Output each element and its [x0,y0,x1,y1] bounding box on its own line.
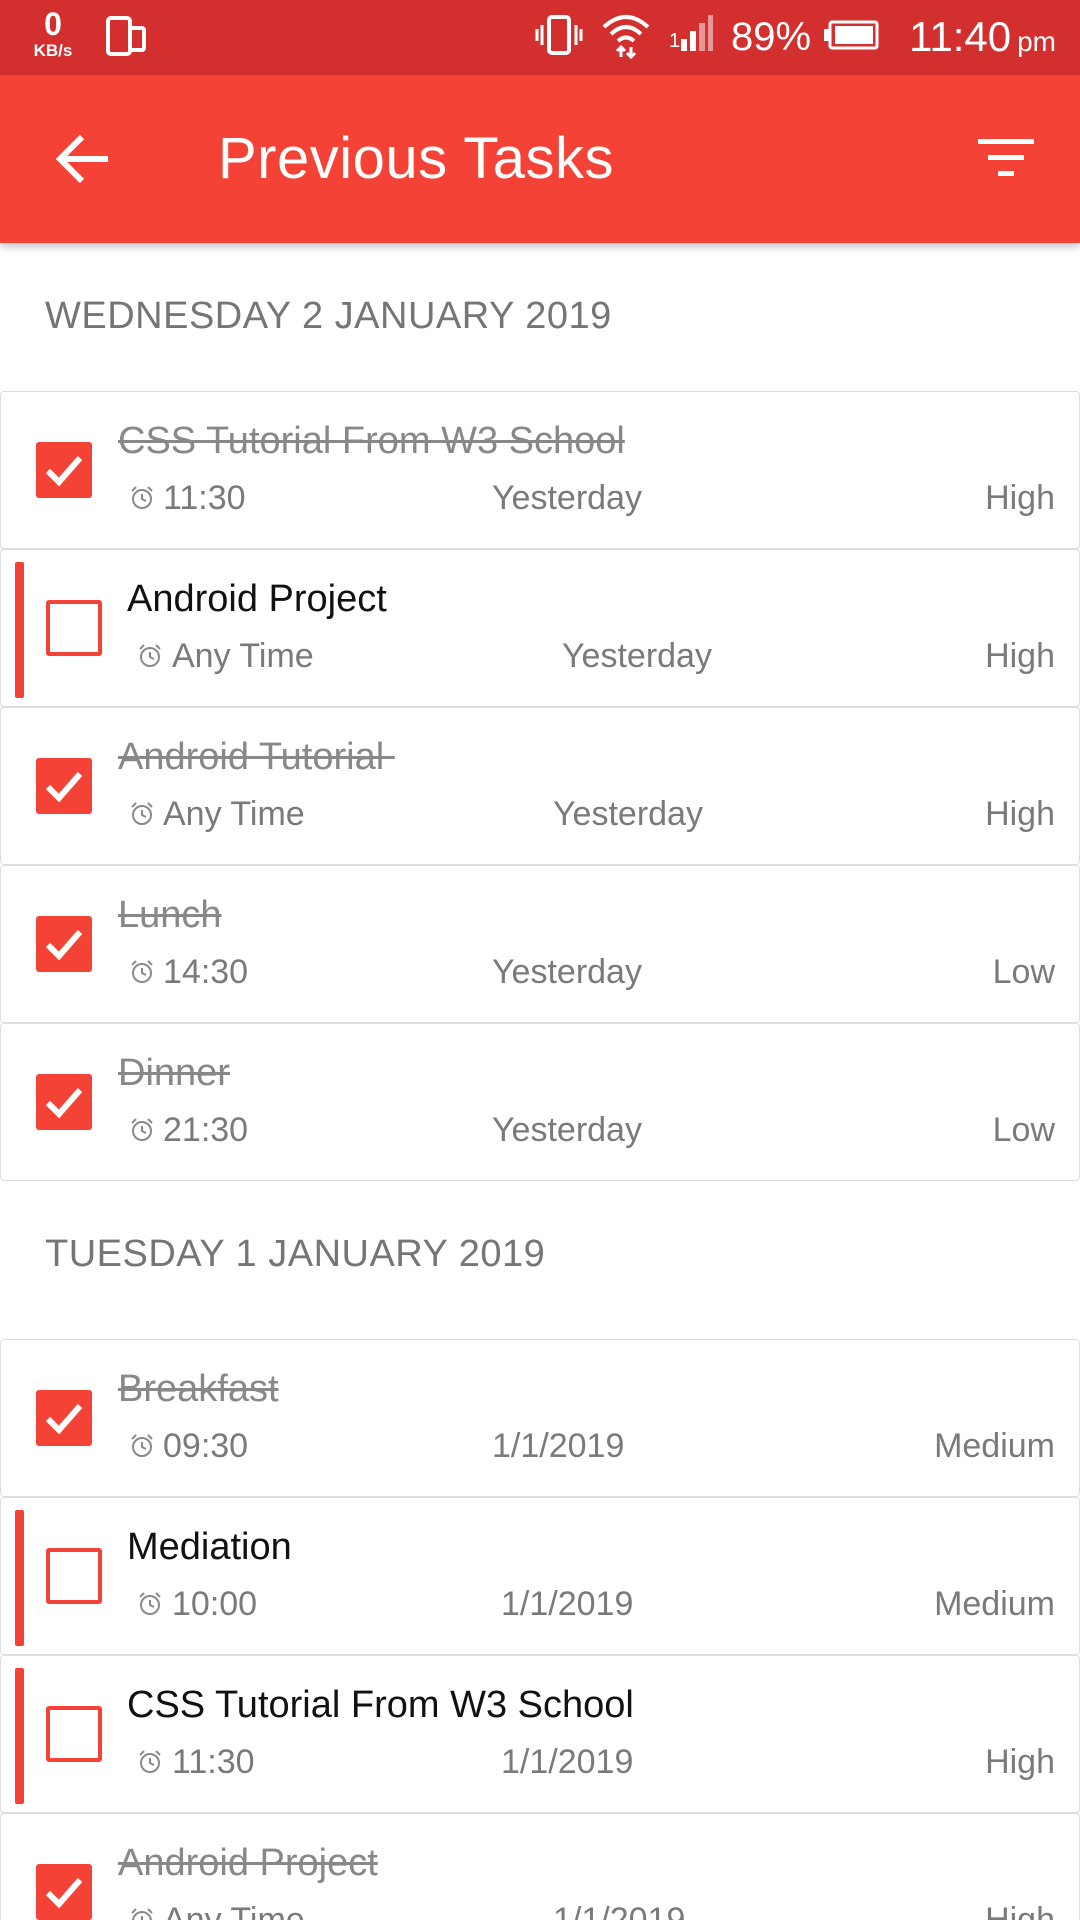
task-priority: High [985,1901,1055,1920]
task-title: Lunch [118,894,222,936]
alarm-clock-icon [131,960,153,983]
task-time: 10:00 [172,1585,258,1623]
alarm-clock-icon [131,802,153,825]
network-speed: 0 KB/s [26,8,80,59]
task-card[interactable]: Android Project Any Time Yesterday High [0,549,1080,707]
task-time: Any Time [163,1901,305,1920]
clock-ampm: pm [1017,26,1056,57]
task-date: Yesterday [492,479,642,517]
task-date: 1/1/2019 [553,1901,686,1920]
battery-percent: 89% [731,14,812,59]
section-header: WEDNESDAY 2 JANUARY 2019 [45,295,612,337]
task-card[interactable]: Android Project Any Time 1/1/2019 High [0,1813,1080,1920]
task-title: Dinner [118,1052,230,1094]
arrow-left-icon [55,134,108,184]
alarm-clock-icon [131,1118,153,1141]
task-card[interactable]: CSS Tutorial From W3 School 11:30 1/1/20… [0,1655,1080,1813]
svg-text:1: 1 [669,30,680,52]
task-title: Android Project [127,578,387,620]
status-bar: 0 KB/s 1 89% 11:40 pm [0,0,1080,75]
device-icon [106,16,146,63]
task-time: Any Time [172,637,314,675]
wifi-icon [601,11,669,64]
task-time: 14:30 [163,953,249,991]
task-priority: High [985,479,1055,517]
task-meta: 21:30 Yesterday Low [1,1111,1079,1155]
task-time: Any Time [163,795,305,833]
task-date: 1/1/2019 [501,1585,634,1623]
alarm-clock-icon [139,644,161,667]
task-meta: 10:00 1/1/2019 Medium [1,1585,1079,1629]
task-date: 1/1/2019 [501,1743,634,1781]
task-date: Yesterday [492,1111,642,1149]
task-meta: 11:30 1/1/2019 High [1,1743,1079,1787]
alarm-clock-icon [131,1908,153,1920]
task-priority: Medium [934,1585,1055,1623]
network-speed-value: 0 [44,6,62,42]
signal-icon: 1 [669,14,731,60]
task-card[interactable]: CSS Tutorial From W3 School 11:30 Yester… [0,391,1080,549]
task-meta: Any Time Yesterday High [1,637,1079,681]
task-priority: High [985,1743,1055,1781]
clock-time: 11:40 [909,13,1012,60]
task-priority: High [985,795,1055,833]
task-time: 21:30 [163,1111,249,1149]
task-date: Yesterday [562,637,712,675]
back-button[interactable] [54,129,114,189]
task-priority: High [985,637,1055,675]
section-header: TUESDAY 1 JANUARY 2019 [45,1233,546,1275]
battery-icon [823,20,897,55]
task-date: Yesterday [492,953,642,991]
task-card[interactable]: Lunch 14:30 Yesterday Low [0,865,1080,1023]
task-time: 11:30 [163,479,246,517]
task-meta: Any Time Yesterday High [1,795,1079,839]
network-speed-unit: KB/s [33,41,73,60]
task-time: 09:30 [163,1427,249,1465]
alarm-clock-icon [131,1434,153,1457]
task-title: Android Project [118,1842,378,1884]
task-title: Android Tutorial [118,736,395,778]
filter-button[interactable] [976,135,1036,183]
task-title: Breakfast [118,1368,279,1410]
task-card[interactable]: Mediation 10:00 1/1/2019 Medium [0,1497,1080,1655]
task-card[interactable]: Dinner 21:30 Yesterday Low [0,1023,1080,1181]
task-priority: Low [992,953,1055,991]
task-card[interactable]: Android Tutorial Any Time Yesterday High [0,707,1080,865]
alarm-clock-icon [139,1750,161,1773]
task-meta: 09:30 1/1/2019 Medium [1,1427,1079,1471]
task-card[interactable]: Breakfast 09:30 1/1/2019 Medium [0,1339,1080,1497]
task-title: CSS Tutorial From W3 School [127,1684,634,1726]
page-title: Previous Tasks [218,126,614,191]
task-priority: Low [992,1111,1055,1149]
app-bar: Previous Tasks [0,75,1080,243]
vibrate-icon [535,13,601,62]
task-list[interactable]: WEDNESDAY 2 JANUARY 2019 CSS Tutorial Fr… [0,243,1080,1920]
task-date: 1/1/2019 [492,1427,625,1465]
task-meta: Any Time 1/1/2019 High [1,1901,1079,1920]
status-right: 1 89% 11:40 pm [535,12,1056,62]
task-date: Yesterday [553,795,703,833]
alarm-clock-icon [139,1592,161,1615]
task-title: CSS Tutorial From W3 School [118,420,625,462]
alarm-clock-icon [131,486,153,509]
task-priority: Medium [934,1427,1055,1465]
task-title: Mediation [127,1526,292,1568]
task-meta: 14:30 Yesterday Low [1,953,1079,997]
task-meta: 11:30 Yesterday High [1,479,1079,523]
task-time: 11:30 [172,1743,255,1781]
filter-icon [978,139,1034,176]
